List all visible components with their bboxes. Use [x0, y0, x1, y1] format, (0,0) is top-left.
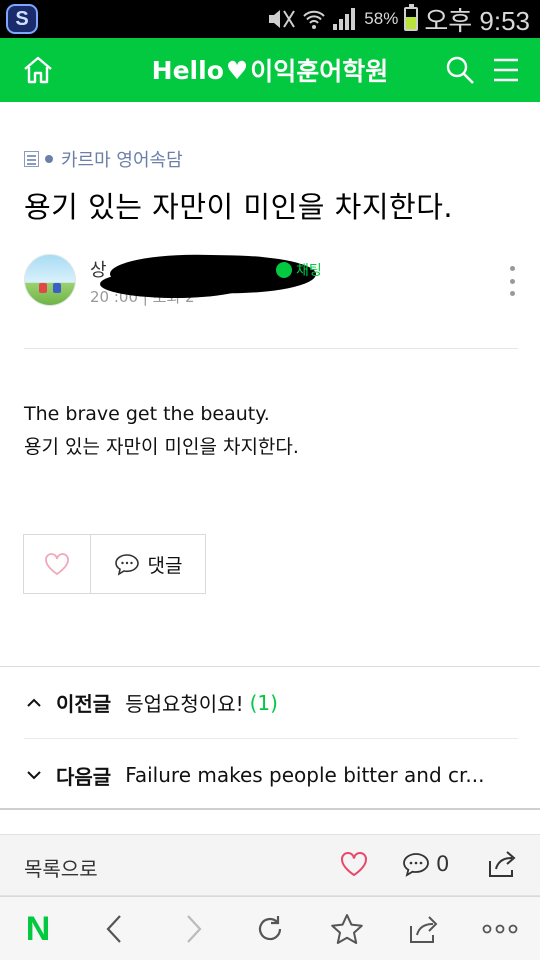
article-title: 용기 있는 자만이 미인을 차지한다. [24, 190, 454, 224]
body-line-english: The brave get the beauty. [24, 403, 270, 425]
heart-icon: ♥ [225, 55, 249, 85]
comment-button[interactable]: 댓글 [90, 534, 206, 594]
chevron-up-icon [24, 698, 44, 708]
speech-bubble-icon [114, 554, 139, 576]
previous-post-link[interactable]: 이전글 등업요청이요! (1) [24, 667, 518, 739]
app-header: Hello ♥ 이익훈어학원 [0, 38, 540, 102]
next-post-label: 다음글 [56, 764, 112, 789]
previous-post-comment-count: (1) [249, 690, 278, 715]
more-menu-icon[interactable] [482, 911, 518, 947]
like-button[interactable] [23, 534, 91, 594]
next-post-link[interactable]: 다음글 Failure makes people bitter and cr..… [24, 739, 518, 811]
refresh-icon[interactable] [252, 911, 288, 947]
signal-icon [333, 8, 356, 30]
battery-icon [404, 4, 419, 31]
share-page-icon[interactable] [406, 911, 442, 947]
wifi-icon [303, 10, 326, 29]
like-heart-icon[interactable] [340, 851, 368, 877]
back-arrow-icon[interactable] [96, 911, 132, 947]
author-row: 상 20 :00 | 조회 2 채팅 [24, 253, 518, 310]
share-icon[interactable] [486, 849, 518, 879]
document-icon [24, 151, 39, 167]
browser-toolbar: N [0, 896, 540, 960]
divider [24, 348, 518, 349]
board-category[interactable]: 카르마 영어속담 [24, 146, 183, 172]
previous-post-title: 등업요청이요! [125, 692, 244, 716]
status-icons: 58% 오후 9:53 [266, 0, 530, 38]
avatar[interactable] [24, 254, 76, 306]
previous-post-label: 이전글 [56, 692, 112, 716]
cafe-title-suffix: 이익훈어학원 [250, 57, 389, 86]
bullet-icon [45, 155, 53, 163]
menu-icon[interactable] [490, 54, 522, 86]
post-navigation: 이전글 등업요청이요! (1) 다음글 Failure makes people… [0, 666, 540, 810]
footer-comment-button[interactable]: 0 [402, 851, 449, 877]
chevron-down-icon [24, 770, 44, 780]
back-to-list-button[interactable]: 목록으로 [24, 853, 98, 882]
article-footer-bar: 목록으로 0 [0, 834, 540, 896]
article-body: The brave get the beauty. 용기 있는 자만이 미인을 … [24, 398, 299, 464]
category-label: 카르마 영어속담 [61, 150, 183, 171]
status-bar: S 58% 오후 9:53 [0, 0, 540, 38]
mute-icon [269, 10, 296, 28]
naver-logo[interactable]: N [20, 911, 56, 947]
bookmark-star-icon[interactable] [329, 911, 365, 947]
chat-status-icon [276, 262, 292, 278]
more-options-icon[interactable] [508, 266, 516, 296]
battery-percent: 58% [364, 9, 399, 28]
app-s-icon: S [6, 4, 38, 34]
heart-outline-icon [45, 553, 69, 576]
chat-button[interactable]: 채팅 [276, 260, 322, 280]
search-icon[interactable] [444, 54, 476, 86]
speech-bubble-icon [403, 853, 429, 877]
comment-count: 0 [436, 852, 450, 876]
forward-arrow-icon[interactable] [176, 911, 212, 947]
comment-label: 댓글 [147, 554, 183, 577]
body-line-korean: 용기 있는 자만이 미인을 차지한다. [24, 436, 299, 458]
chat-label: 채팅 [296, 263, 322, 279]
cafe-title-prefix: Hello [151, 55, 224, 85]
clock: 오후 9:53 [424, 5, 530, 36]
next-post-title: Failure makes people bitter and cr... [125, 763, 485, 787]
